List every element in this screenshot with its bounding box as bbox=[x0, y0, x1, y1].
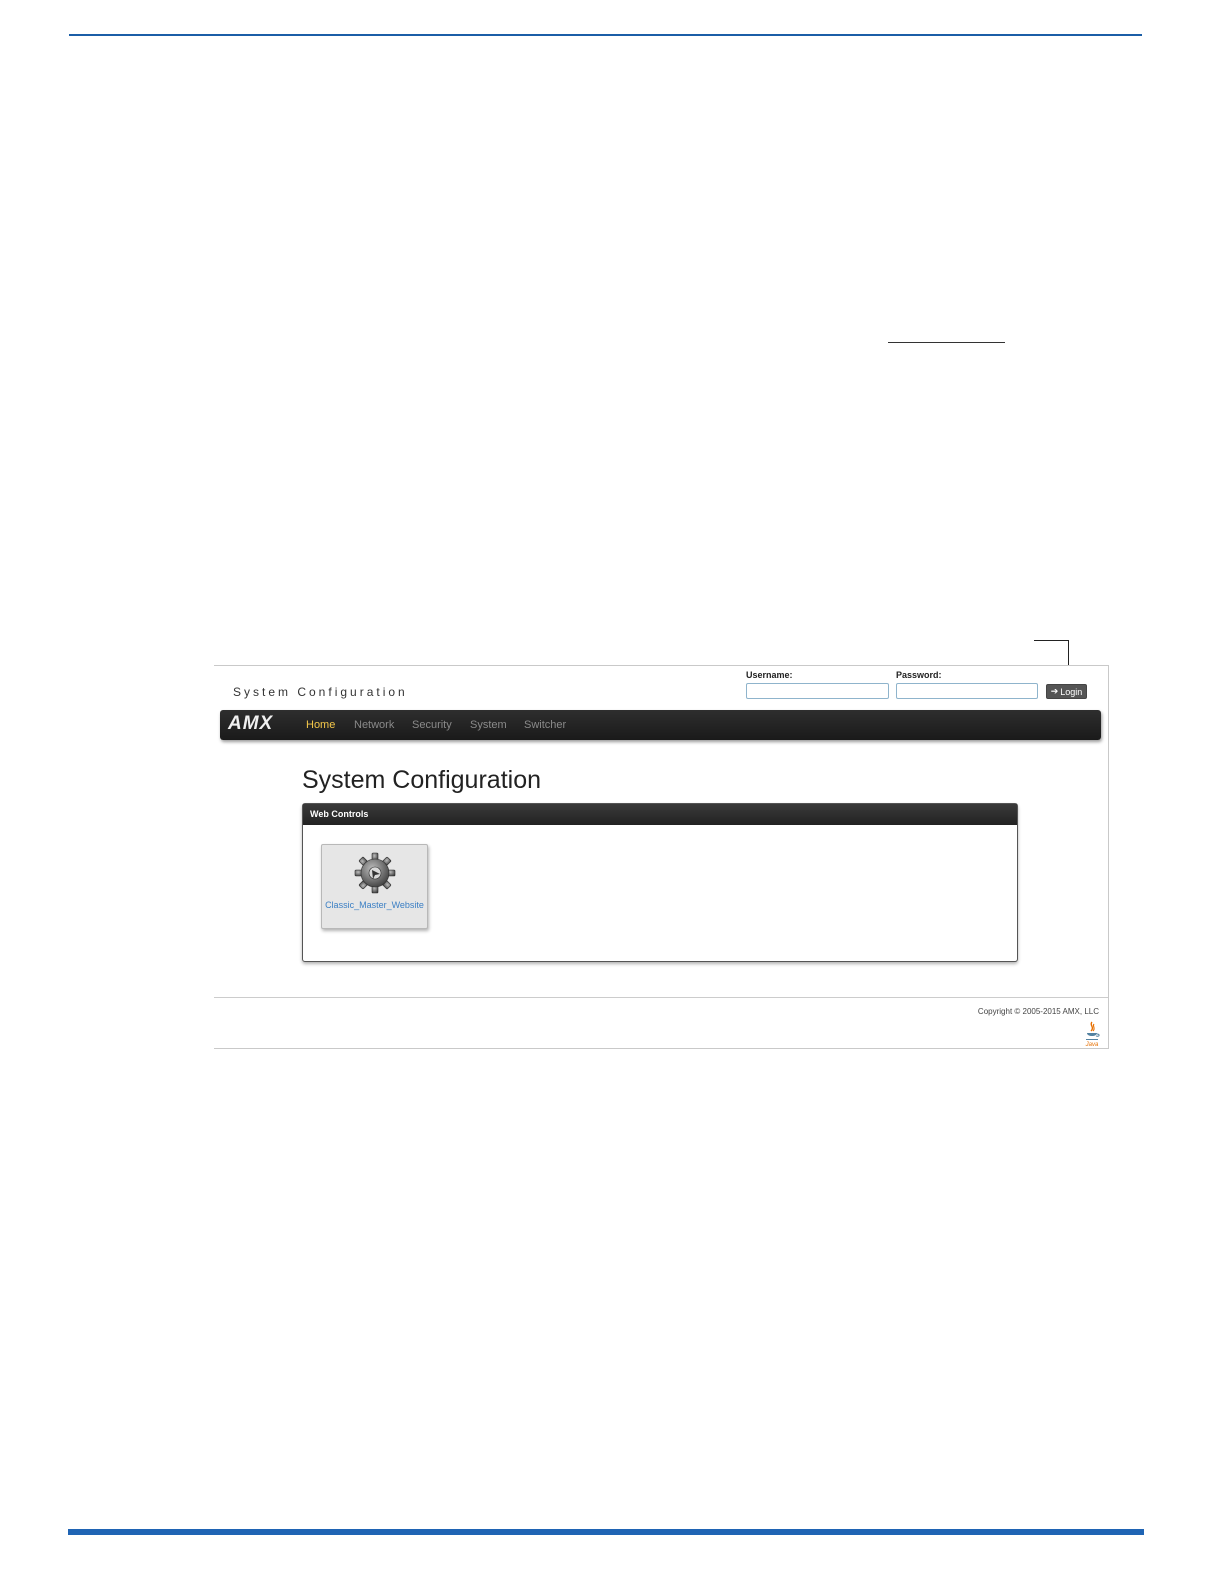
tile-label: Classic_Master_Website bbox=[325, 900, 424, 910]
document-footer-rule bbox=[68, 1529, 1144, 1535]
gear-icon bbox=[354, 852, 396, 894]
java-icon: Java bbox=[1085, 1021, 1100, 1048]
username-label: Username: bbox=[746, 670, 793, 680]
footer-divider bbox=[214, 997, 1108, 998]
site-title: System Configuration bbox=[233, 685, 408, 699]
document-underline bbox=[888, 342, 1005, 343]
web-control-tile[interactable]: Classic_Master_Website bbox=[321, 844, 428, 929]
screenshot-window: System Configuration Username: Password:… bbox=[214, 665, 1109, 1049]
login-icon: ➔ bbox=[1050, 686, 1059, 696]
nav-item-home[interactable]: Home bbox=[306, 719, 335, 731]
page-title: System Configuration bbox=[302, 766, 542, 794]
login-button[interactable]: ➔ Login bbox=[1046, 684, 1087, 699]
username-input[interactable] bbox=[746, 683, 889, 699]
navbar: AMX Home Network Security System Switche… bbox=[220, 710, 1101, 740]
nav-item-system[interactable]: System bbox=[470, 719, 507, 731]
web-controls-panel: Web Controls Classic_Master_Website bbox=[302, 803, 1018, 962]
nav-item-switcher[interactable]: Switcher bbox=[524, 719, 566, 731]
nav-item-security[interactable]: Security bbox=[412, 719, 452, 731]
login-button-label: Login bbox=[1060, 686, 1083, 697]
panel-header: Web Controls bbox=[303, 804, 1017, 825]
document-header-rule bbox=[69, 34, 1142, 36]
password-input[interactable] bbox=[896, 683, 1038, 699]
copyright-text: Copyright © 2005-2015 AMX, LLC bbox=[977, 1007, 1099, 1016]
svg-text:Java: Java bbox=[1085, 1042, 1099, 1048]
amx-logo: AMX bbox=[228, 713, 274, 734]
callout-line bbox=[1034, 640, 1069, 641]
password-label: Password: bbox=[896, 670, 942, 680]
nav-item-network[interactable]: Network bbox=[354, 719, 394, 731]
